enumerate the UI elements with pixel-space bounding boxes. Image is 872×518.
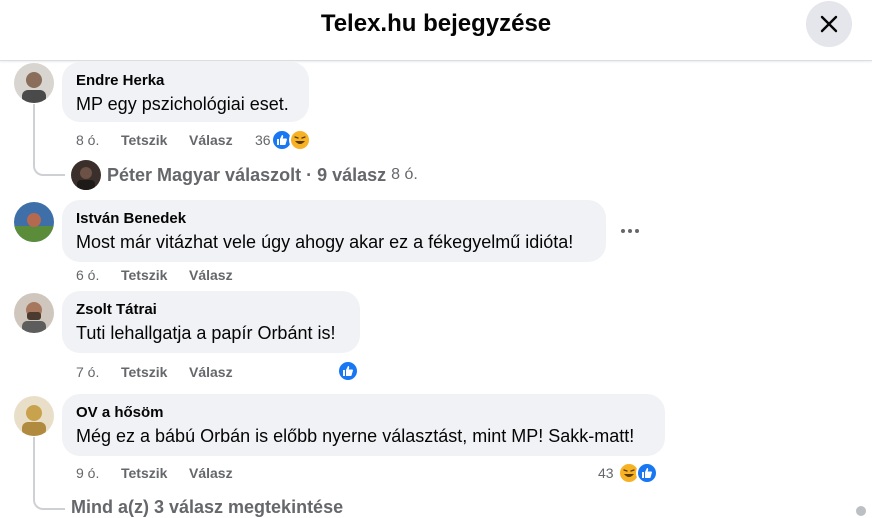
more-icon-dot	[628, 229, 632, 233]
reaction-summary[interactable]: 43	[598, 462, 658, 484]
reply-time: 8 ó.	[391, 166, 418, 183]
thread-line	[33, 476, 65, 510]
comment-author[interactable]: Endre Herka	[76, 71, 295, 91]
more-options-button[interactable]	[614, 215, 646, 247]
avatar[interactable]	[14, 396, 54, 436]
comment-author[interactable]: Zsolt Tátrai	[76, 300, 346, 320]
thread-line	[33, 104, 65, 176]
more-icon	[621, 229, 625, 233]
reply-button[interactable]: Válasz	[189, 364, 233, 380]
replies-summary-link[interactable]: Péter Magyar válaszolt · 9 válasz 8 ó.	[71, 160, 418, 190]
reply-button[interactable]: Válasz	[189, 132, 233, 148]
like-button[interactable]: Tetszik	[121, 267, 189, 283]
comment-text: MP egy pszichológiai eset.	[76, 94, 289, 114]
reply-count: 9 válasz	[317, 164, 387, 185]
comment-text: Most már vitázhat vele úgy ahogy akar ez…	[76, 232, 574, 252]
comment-bubble: Endre Herka MP egy pszichológiai eset.	[62, 62, 309, 122]
dialog-header: Telex.hu bejegyzése	[0, 0, 872, 61]
view-more-text: Mind a(z) 3 válasz megtekintése	[71, 497, 344, 517]
like-icon	[635, 462, 658, 484]
comment-text: Még ez a bábú Orbán is előbb nyerne vála…	[76, 426, 635, 446]
reaction-summary[interactable]: 36	[255, 129, 311, 151]
scroll-indicator[interactable]	[856, 506, 866, 516]
comment-text: Tuti lehallgatja a papír Orbánt is!	[76, 323, 336, 343]
avatar[interactable]	[14, 202, 54, 242]
comment-timestamp[interactable]: 7 ó.	[76, 364, 121, 380]
comment-actions: 8 ó. Tetszik Válasz	[76, 132, 233, 148]
close-icon	[820, 15, 838, 33]
reply-button[interactable]: Válasz	[189, 267, 233, 283]
thread-line	[33, 437, 35, 477]
comment-bubble: István Benedek Most már vitázhat vele úg…	[62, 200, 606, 262]
like-button[interactable]: Tetszik	[121, 132, 189, 148]
like-icon	[337, 360, 359, 382]
replier-text: Péter Magyar válaszolt	[107, 164, 302, 185]
avatar	[71, 160, 101, 190]
view-more-replies-link[interactable]: Mind a(z) 3 válasz megtekintése	[71, 497, 343, 518]
reaction-summary[interactable]	[337, 360, 359, 382]
separator: ·	[306, 164, 313, 185]
comment-actions: 7 ó. Tetszik Válasz	[76, 364, 233, 380]
close-button[interactable]	[806, 1, 852, 47]
comment-actions: 9 ó. Tetszik Válasz	[76, 465, 233, 481]
comment-bubble: OV a hősöm Még ez a bábú Orbán is előbb …	[62, 394, 665, 456]
reply-button[interactable]: Válasz	[189, 465, 233, 481]
comment-timestamp[interactable]: 6 ó.	[76, 267, 121, 283]
haha-icon	[288, 129, 311, 151]
comment-timestamp[interactable]: 8 ó.	[76, 132, 121, 148]
comment-bubble: Zsolt Tátrai Tuti lehallgatja a papír Or…	[62, 291, 360, 353]
dialog-title: Telex.hu bejegyzése	[320, 10, 552, 37]
comment-timestamp[interactable]: 9 ó.	[76, 465, 121, 481]
like-button[interactable]: Tetszik	[121, 364, 189, 380]
comment-actions: 6 ó. Tetszik Válasz	[76, 267, 233, 283]
comment-author[interactable]: OV a hősöm	[76, 403, 651, 423]
avatar[interactable]	[14, 63, 54, 103]
reaction-count: 43	[598, 465, 614, 481]
avatar[interactable]	[14, 293, 54, 333]
like-button[interactable]: Tetszik	[121, 465, 189, 481]
comment-author[interactable]: István Benedek	[76, 209, 592, 229]
reaction-count: 36	[255, 132, 271, 148]
more-icon-dot	[635, 229, 639, 233]
